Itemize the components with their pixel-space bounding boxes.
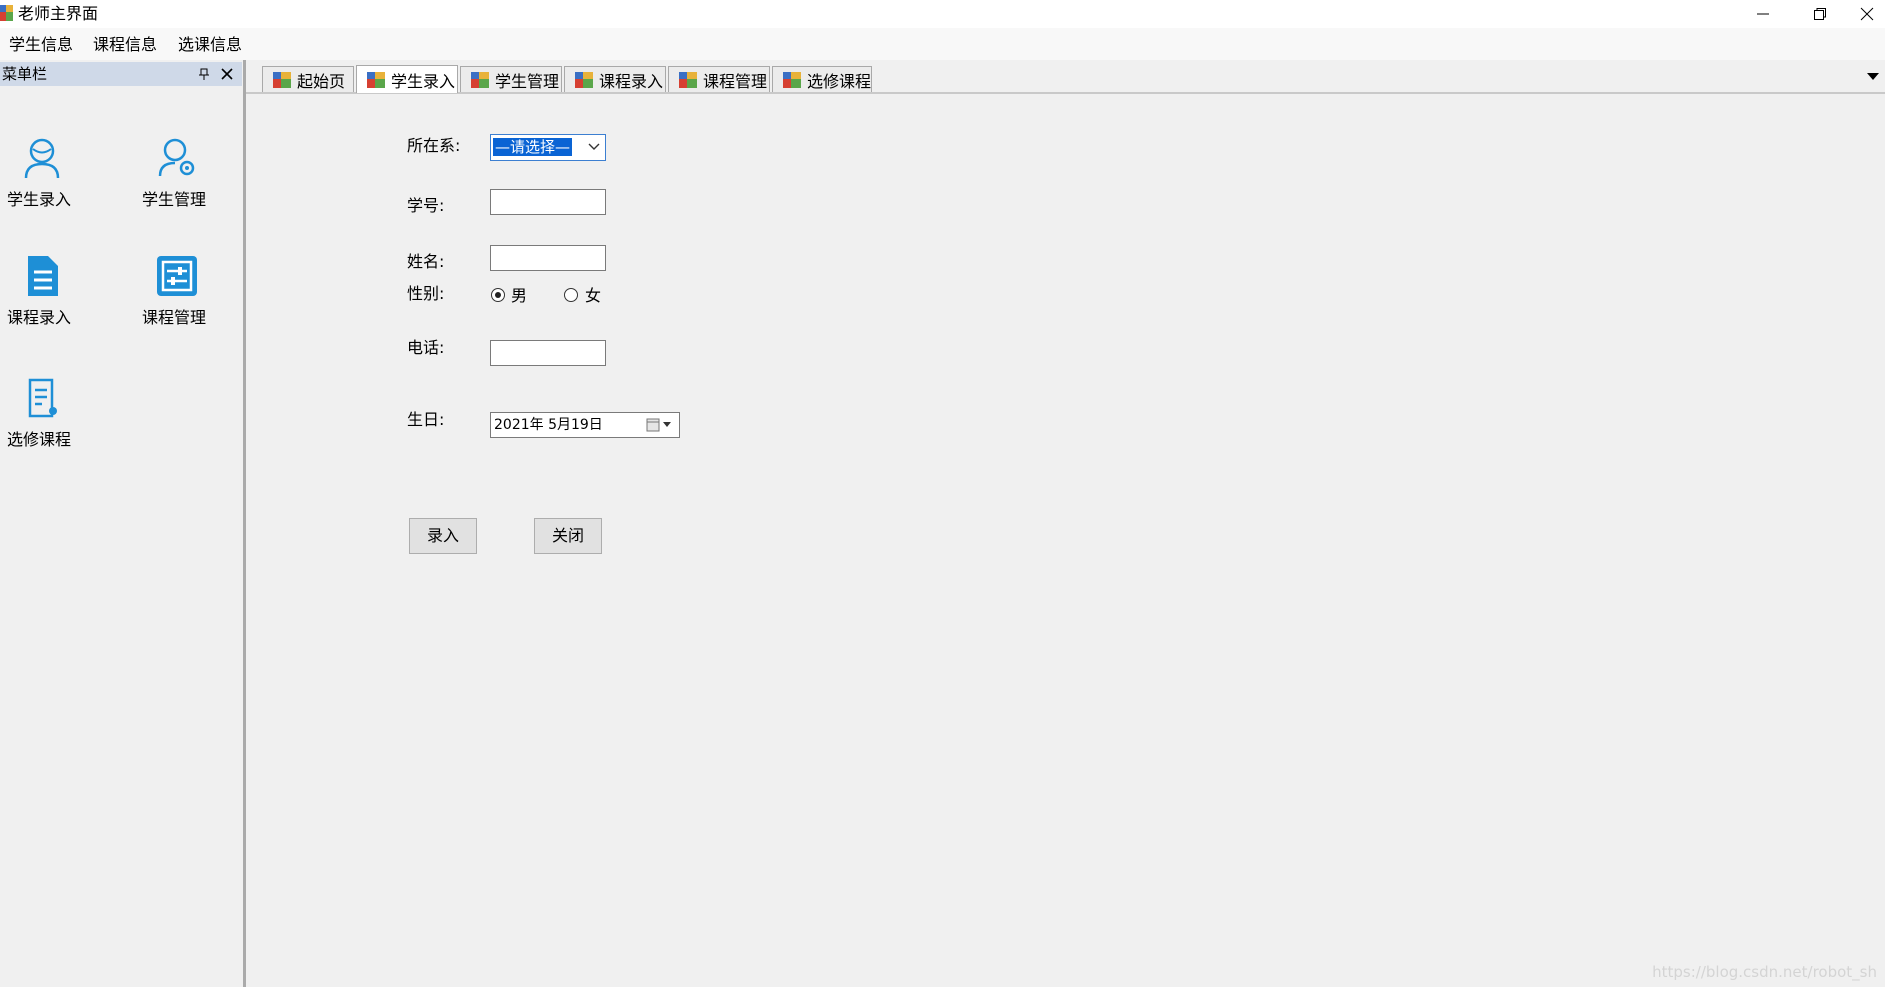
minimize-icon — [1757, 13, 1769, 15]
form-icon — [273, 71, 291, 88]
close-icon — [1860, 7, 1874, 21]
nav-course-entry[interactable]: 课程录入 — [0, 254, 94, 350]
menu-selection-info[interactable]: 选课信息 — [178, 34, 242, 56]
calendar-dropdown-icon[interactable] — [646, 418, 674, 432]
tab-course-entry[interactable]: 课程录入 — [564, 66, 666, 92]
tab-course-manage[interactable]: 课程管理 — [668, 66, 770, 92]
nav-label: 学生管理 — [141, 190, 206, 209]
tab-elective-course[interactable]: 选修课程 — [772, 66, 872, 92]
gender-male-radio[interactable] — [491, 288, 505, 302]
phone-input[interactable] — [490, 340, 606, 366]
birthday-date-picker[interactable]: 2021年 5月19日 — [490, 412, 680, 438]
chevron-down-icon — [588, 143, 600, 150]
window-title: 老师主界面 — [18, 4, 99, 23]
close-window-button[interactable] — [1849, 0, 1885, 28]
student-id-label: 学号: — [407, 196, 445, 215]
user-settings-icon — [158, 138, 195, 177]
nav-label: 课程录入 — [6, 308, 71, 327]
dept-label: 所在系: — [407, 136, 461, 155]
name-label: 姓名: — [407, 252, 445, 271]
document-icon — [28, 256, 58, 296]
menu-bar: 学生信息 课程信息 选课信息 — [0, 28, 1885, 60]
menu-student-info[interactable]: 学生信息 — [9, 34, 73, 56]
dept-selected-value: —请选择— — [493, 138, 573, 156]
birthday-value: 2021年 5月19日 — [494, 417, 603, 433]
restore-button[interactable] — [1792, 0, 1848, 28]
tab-label: 学生录入 — [391, 71, 456, 91]
pin-icon[interactable] — [198, 68, 210, 80]
dept-select[interactable]: —请选择— — [490, 134, 606, 161]
phone-label: 电话: — [407, 338, 445, 357]
document-settings-icon — [28, 378, 57, 418]
dock-close-icon[interactable] — [220, 67, 234, 81]
tab-overflow-icon[interactable] — [1867, 73, 1879, 81]
submit-button[interactable]: 录入 — [409, 518, 477, 554]
minimize-button[interactable] — [1735, 0, 1791, 28]
dock-title: 菜单栏 — [2, 65, 48, 83]
tab-student-entry[interactable]: 学生录入 — [356, 65, 458, 93]
nav-course-manage[interactable]: 课程管理 — [119, 254, 229, 350]
student-id-input[interactable] — [490, 189, 606, 215]
form-icon — [679, 71, 697, 88]
birthday-label: 生日: — [407, 410, 445, 429]
dock-header: 菜单栏 — [0, 62, 242, 86]
gender-female-label[interactable]: 女 — [585, 286, 601, 306]
sliders-icon — [157, 256, 197, 296]
restore-icon — [1814, 8, 1826, 20]
nav-label: 课程管理 — [141, 308, 206, 327]
form-icon — [471, 71, 489, 88]
user-icon — [24, 138, 60, 179]
name-input[interactable] — [490, 245, 606, 271]
form-icon — [575, 71, 593, 88]
close-button[interactable]: 关闭 — [534, 518, 602, 554]
title-bar: 老师主界面 — [0, 0, 1885, 28]
tab-label: 课程管理 — [703, 71, 768, 91]
tab-label: 学生管理 — [495, 71, 560, 91]
form-icon — [367, 71, 385, 88]
tab-label: 选修课程 — [807, 71, 872, 91]
nav-student-entry[interactable]: 学生录入 — [0, 136, 94, 232]
watermark: https://blog.csdn.net/robot_sh — [1652, 963, 1877, 981]
tab-start-page[interactable]: 起始页 — [262, 66, 354, 92]
form-icon — [783, 71, 801, 88]
nav-label: 选修课程 — [6, 430, 71, 449]
nav-elective-course[interactable]: 选修课程 — [0, 376, 94, 472]
gender-female-radio[interactable] — [564, 288, 578, 302]
app-icon — [0, 5, 13, 21]
gender-label: 性别: — [407, 284, 445, 303]
nav-label: 学生录入 — [6, 190, 71, 209]
tab-label: 课程录入 — [599, 71, 664, 91]
tab-student-manage[interactable]: 学生管理 — [460, 66, 562, 92]
tab-label: 起始页 — [297, 71, 346, 91]
gender-male-label[interactable]: 男 — [511, 286, 527, 306]
menu-course-info[interactable]: 课程信息 — [93, 34, 157, 56]
nav-student-manage[interactable]: 学生管理 — [119, 136, 229, 232]
